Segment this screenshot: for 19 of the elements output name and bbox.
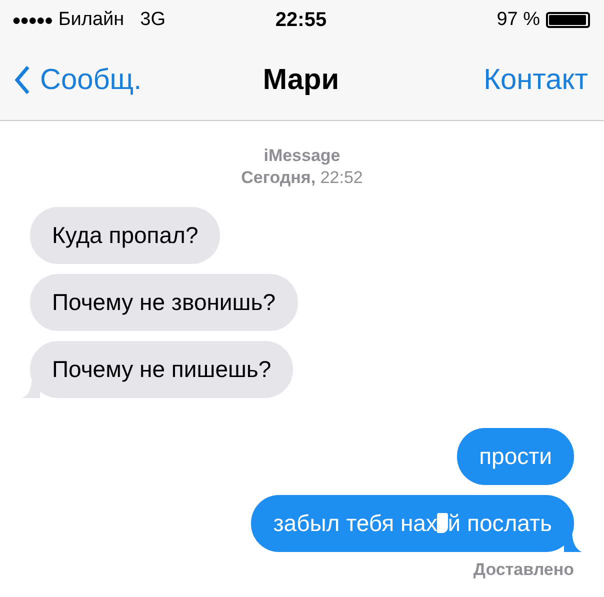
network-type: 3G (140, 9, 166, 31)
service-label: iMessage (264, 145, 340, 167)
received-message-bubble: Куда пропал? (30, 207, 220, 264)
chevron-left-icon (14, 65, 30, 95)
censor-mark (437, 512, 448, 534)
message-text: й послать (448, 510, 552, 536)
carrier-name: Билайн (58, 9, 124, 31)
contact-name: Мари (262, 64, 340, 96)
clock: 22:55 (275, 8, 327, 32)
back-button[interactable]: Сообщ. (14, 64, 263, 96)
received-message-bubble: Почему не звонишь? (30, 274, 298, 331)
sent-message-bubble: прости (457, 428, 574, 485)
delivery-status: Доставлено (473, 560, 574, 580)
battery-percent: 97 % (496, 9, 540, 31)
battery-icon (546, 12, 590, 28)
contact-button[interactable]: Контакт (339, 64, 588, 96)
message-text: забыл тебя нах (273, 510, 438, 536)
signal-icon: ●●●●● (12, 12, 52, 28)
timestamp: Сегодня, 22:52 (241, 167, 363, 189)
